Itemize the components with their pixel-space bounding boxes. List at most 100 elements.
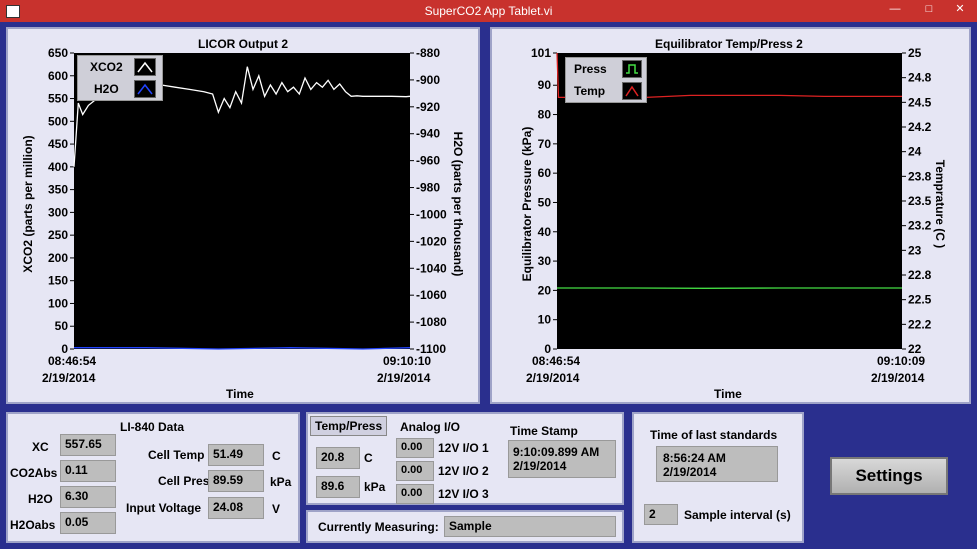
cell-pres-unit: kPa: [270, 475, 292, 489]
equil-x-end-date: 2/19/2014: [871, 371, 925, 385]
licor-x-start-time: 08:46:54: [48, 354, 97, 368]
equil-y2tick-label: 24.2: [908, 120, 932, 134]
licor-x-end-time: 09:10:10: [383, 354, 432, 368]
io1-label: 12V I/O 1: [438, 441, 489, 455]
close-button[interactable]: ✕: [945, 0, 975, 18]
legend-swatch-temp: [622, 82, 642, 100]
window-titlebar: SuperCO2 App Tablet.vi — □ ✕: [0, 0, 977, 22]
standards-panel: Time of last standards 8:56:24 AM 2/19/2…: [632, 412, 804, 543]
equil-x-start-time: 08:46:54: [532, 354, 581, 368]
equil-y2-axis-label: Temprature (C ): [933, 159, 947, 249]
licor-x-end-date: 2/19/2014: [377, 371, 431, 385]
licor-y2tick-label: -980: [416, 181, 440, 195]
equil-x-end-time: 09:10:09: [877, 354, 926, 368]
equil-y2tick-label: 23.2: [908, 219, 932, 233]
licor-y2tick-label: -960: [416, 154, 440, 168]
equil-ytick-label: 90: [538, 78, 552, 92]
li840-title: LI-840 Data: [120, 420, 185, 434]
maximize-button[interactable]: □: [916, 0, 942, 18]
licor-x-axis-label: Time: [226, 387, 254, 401]
co2abs-label: CO2Abs: [10, 466, 58, 480]
sample-interval-label: Sample interval (s): [684, 508, 791, 522]
standards-date: 2/19/2014: [663, 465, 717, 479]
licor-ytick-label: 450: [48, 137, 68, 151]
licor-y2tick-label: -1020: [416, 234, 447, 248]
io2-value: 0.00: [396, 461, 434, 481]
licor-y2-axis-label: H2O (parts per thousand): [451, 131, 465, 277]
licor-ytick-label: 600: [48, 69, 68, 83]
currently-measuring-panel: Currently Measuring: Sample: [306, 510, 624, 543]
legend-label-xco2: XCO2: [90, 60, 123, 74]
time-stamp-value: 9:10:09.899 AM 2/19/2014: [508, 440, 616, 478]
licor-ytick-label: 250: [48, 228, 68, 242]
equil-y2tick-label: 22.2: [908, 317, 932, 331]
time-stamp-title: Time Stamp: [510, 424, 578, 438]
standards-value: 8:56:24 AM 2/19/2014: [656, 446, 778, 482]
licor-ytick-label: 150: [48, 274, 68, 288]
equil-y2tick-label: 23.5: [908, 194, 932, 208]
equil-ytick-label: 101: [531, 46, 551, 60]
equil-y2tick-label: 23: [908, 243, 922, 257]
co2abs-value: 0.11: [60, 460, 116, 482]
cell-temp-value: 51.49: [208, 444, 264, 466]
io1-value: 0.00: [396, 438, 434, 458]
input-voltage-unit: V: [272, 502, 281, 516]
equil-ytick-label: 70: [538, 137, 552, 151]
legend-label-temp: Temp: [574, 84, 606, 98]
equil-x-axis-label: Time: [714, 387, 742, 401]
legend-label-h2o: H2O: [94, 82, 119, 96]
input-voltage-label: Input Voltage: [126, 501, 202, 515]
window-title: SuperCO2 App Tablet.vi: [424, 4, 553, 18]
time-stamp-date: 2/19/2014: [513, 459, 567, 473]
licor-y2tick-label: -1060: [416, 288, 447, 302]
h2oabs-label: H2Oabs: [10, 518, 56, 532]
h2o-label: H2O: [28, 492, 53, 506]
licor-y2tick-label: -940: [416, 127, 440, 141]
equil-y-axis-label: Equilibrator Pressure (kPa): [520, 126, 534, 282]
equil-y2tick-label: 24.5: [908, 95, 932, 109]
minimize-button[interactable]: —: [882, 0, 908, 18]
standards-time: 8:56:24 AM: [663, 451, 726, 465]
equil-ytick-label: 30: [538, 254, 552, 268]
licor-y2tick-label: -920: [416, 100, 440, 114]
licor-y2tick-label: -1000: [416, 207, 447, 221]
licor-x-start-date: 2/19/2014: [42, 371, 96, 385]
equil-ytick-label: 10: [538, 313, 552, 327]
equil-y2tick-label: 22.5: [908, 293, 932, 307]
equilibrator-chart-panel: Equilibrator Temp/Press 2 0 10 20 30 40 50 60 7…: [490, 27, 971, 404]
licor-ytick-label: 50: [55, 319, 69, 333]
io3-value: 0.00: [396, 484, 434, 504]
licor-y2tick-label: -1080: [416, 315, 447, 329]
licor-y2tick-label: -1040: [416, 261, 447, 275]
time-stamp-time: 9:10:09.899 AM: [513, 445, 600, 459]
equil-ytick-label: 40: [538, 225, 552, 239]
h2o-value: 6.30: [60, 486, 116, 508]
temp-press-panel: Temp/Press 20.8 C 89.6 kPa Analog I/O 0.…: [306, 412, 624, 505]
io2-label: 12V I/O 2: [438, 464, 489, 478]
temp-value: 20.8: [316, 447, 360, 469]
equil-ytick-label: 20: [538, 283, 552, 297]
equil-y2tick-label: 24: [908, 145, 922, 159]
analog-io-title: Analog I/O: [400, 420, 460, 434]
tab-temp-press[interactable]: Temp/Press: [310, 416, 388, 436]
equil-legend: Press Temp: [565, 57, 647, 103]
licor-ytick-label: 350: [48, 183, 68, 197]
settings-button[interactable]: Settings: [830, 457, 948, 495]
licor-y-axis-label: XCO2 (parts per million): [21, 135, 35, 273]
legend-swatch-h2o: [134, 80, 156, 98]
licor-y2tick-label: -880: [416, 46, 440, 60]
licor-ytick-label: 500: [48, 114, 68, 128]
temp-unit: C: [364, 451, 373, 465]
equil-ytick-label: 50: [538, 195, 552, 209]
licor-legend: XCO2 H2O: [77, 55, 163, 101]
equil-y2tick-label: 24.8: [908, 71, 932, 85]
licor-ytick-label: 400: [48, 160, 68, 174]
sample-interval-value[interactable]: 2: [644, 504, 678, 525]
equil-ytick-label: 60: [538, 166, 552, 180]
equil-y2tick-label: 22.8: [908, 268, 932, 282]
cell-pres-value: 89.59: [208, 470, 264, 492]
licor-y2tick-label: -900: [416, 73, 440, 87]
licor-ytick-label: 200: [48, 251, 68, 265]
cell-pres-label: Cell Pres: [158, 474, 210, 488]
xc-label: XC: [32, 440, 49, 454]
